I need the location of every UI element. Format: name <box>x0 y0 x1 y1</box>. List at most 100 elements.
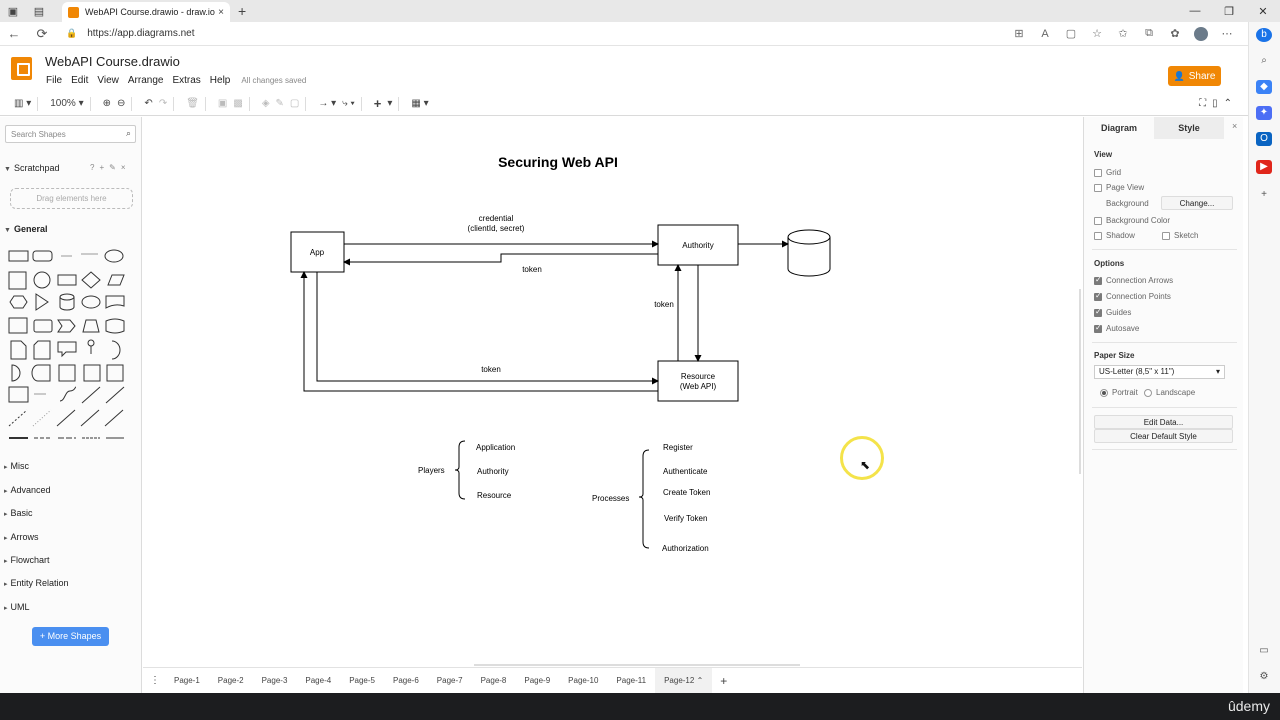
bing-icon[interactable]: b <box>1256 28 1272 42</box>
collapse-icon[interactable]: ⌃ <box>1224 98 1232 109</box>
zoom-out-icon[interactable]: ⊖ <box>117 98 125 109</box>
scratchpad-dropzone[interactable]: Drag elements here <box>10 188 133 209</box>
menu-edit[interactable]: Edit <box>71 75 88 86</box>
zoom-in-icon[interactable]: ⊕ <box>103 98 111 109</box>
circle-shape[interactable] <box>33 271 51 289</box>
shadow-checkbox[interactable]: Shadow <box>1094 231 1135 240</box>
container-shape[interactable] <box>83 364 101 382</box>
page-tab-2[interactable]: Page-2 <box>209 668 253 694</box>
read-aloud-icon[interactable]: A <box>1032 28 1058 40</box>
bidirectional-arrow-shape[interactable] <box>81 386 101 404</box>
scratchpad-header[interactable]: ▼ Scratchpad <box>4 163 59 173</box>
process-authenticate[interactable]: Authenticate <box>663 467 708 476</box>
page-menu-chevron-icon[interactable]: ⌃ <box>697 676 704 685</box>
delete-icon[interactable]: 🗑 <box>186 98 199 109</box>
note-shape[interactable] <box>10 340 27 360</box>
connection-points-checkbox[interactable]: Connection Points <box>1094 291 1171 301</box>
format-panel-toggle-icon[interactable]: ▥ ▾ <box>14 98 31 109</box>
dotted-line-shape[interactable] <box>32 409 52 427</box>
sidebar-section-misc[interactable]: ▸ Misc <box>4 461 29 471</box>
paper-size-select[interactable]: US-Letter (8,5" x 11") ▾ <box>1094 365 1225 379</box>
share-button[interactable]: 👤 Share <box>1168 66 1221 86</box>
insert-icon[interactable]: + <box>374 96 382 111</box>
tab-actions-icon[interactable]: ▤ <box>26 0 52 22</box>
page-tab-4[interactable]: Page-4 <box>296 668 340 694</box>
internal-storage-shape[interactable] <box>8 317 28 334</box>
url-field[interactable]: 🔒 https://app.diagrams.net <box>66 28 195 39</box>
browser-tab[interactable]: WebAPI Course.drawio - draw.io × <box>62 2 230 22</box>
zoom-select[interactable]: 100% ▾ <box>50 98 83 109</box>
landscape-radio[interactable]: Landscape <box>1144 388 1195 397</box>
clear-default-style-button[interactable]: Clear Default Style <box>1094 429 1233 443</box>
or-shape[interactable] <box>111 340 121 360</box>
portrait-radio[interactable]: Portrait <box>1100 388 1138 397</box>
page-tab-5[interactable]: Page-5 <box>340 668 384 694</box>
processes-label[interactable]: Processes <box>592 494 629 503</box>
players-label[interactable]: Players <box>418 466 445 475</box>
sidebar-section-arrows[interactable]: ▸ Arrows <box>4 532 39 542</box>
page-tab-9[interactable]: Page-9 <box>515 668 559 694</box>
token-return-arrow[interactable] <box>343 253 658 266</box>
process-register[interactable]: Register <box>663 443 693 452</box>
reader-icon[interactable]: ▢ <box>1058 27 1084 40</box>
cylinder-shape[interactable] <box>59 293 75 311</box>
add-page-button[interactable]: + <box>720 674 727 688</box>
player-authority[interactable]: Authority <box>477 467 509 476</box>
maximize-button[interactable]: ❐ <box>1212 5 1246 18</box>
cloud-shape[interactable] <box>81 295 101 309</box>
search-icon[interactable]: ⌕ <box>126 128 131 139</box>
redo-icon[interactable]: ↷ <box>159 98 167 109</box>
connection-style-icon[interactable]: → ▾ <box>318 98 336 109</box>
arrow-shape[interactable] <box>105 386 125 404</box>
page-shape[interactable] <box>106 364 124 382</box>
change-background-button[interactable]: Change... <box>1161 196 1233 210</box>
tools-icon[interactable]: ✦ <box>1256 106 1272 120</box>
sidebar-section-basic[interactable]: ▸ Basic <box>4 508 33 518</box>
general-header[interactable]: ▼ General <box>4 224 47 234</box>
parallelogram-shape[interactable] <box>107 274 125 286</box>
shopping-tag-icon[interactable]: ◆ <box>1256 80 1272 94</box>
dashed-line-shape[interactable] <box>8 409 28 427</box>
edit-data-button[interactable]: Edit Data... <box>1094 415 1233 429</box>
sidebar-section-uml[interactable]: ▸ UML <box>4 602 30 612</box>
menu-view[interactable]: View <box>97 75 119 86</box>
data-storage-shape[interactable] <box>11 364 21 382</box>
close-window-button[interactable]: ✕ <box>1246 5 1280 18</box>
list-shape[interactable] <box>8 386 29 403</box>
line-shape[interactable] <box>56 409 76 427</box>
player-application[interactable]: Application <box>476 443 515 452</box>
sidebar-section-entity-relation[interactable]: ▸ Entity Relation <box>4 578 69 588</box>
new-tab-button[interactable]: + <box>238 3 246 19</box>
search-shapes-input[interactable]: Search Shapes ⌕ <box>5 125 136 143</box>
minimize-button[interactable]: — <box>1178 5 1212 18</box>
process-shape[interactable] <box>57 274 77 286</box>
tape-shape[interactable] <box>105 318 125 334</box>
sidebar-panel-icon[interactable]: ▭ <box>1256 644 1272 658</box>
step-shape[interactable] <box>57 319 76 333</box>
back-icon[interactable]: ← <box>0 26 28 41</box>
process-create-token[interactable]: Create Token <box>663 488 710 497</box>
connection-arrows-checkbox[interactable]: Connection Arrows <box>1094 275 1173 285</box>
line-color-icon[interactable]: ✎ <box>276 98 284 109</box>
cube-shape[interactable] <box>33 319 53 333</box>
callout-shape[interactable] <box>57 341 77 358</box>
document-title[interactable]: WebAPI Course.drawio <box>45 54 180 69</box>
guides-checkbox[interactable]: Guides <box>1094 307 1131 317</box>
sidebar-section-flowchart[interactable]: ▸ Flowchart <box>4 555 50 565</box>
page-tab-3[interactable]: Page-3 <box>253 668 297 694</box>
favorites-icon[interactable]: ✩ <box>1110 27 1136 40</box>
refresh-icon[interactable]: ⟳ <box>28 26 56 42</box>
player-resource[interactable]: Resource <box>477 491 512 500</box>
shadow-icon[interactable]: ▢ <box>290 98 299 109</box>
actor-shape[interactable] <box>87 339 95 347</box>
tab-style[interactable]: Style <box>1154 117 1224 139</box>
undo-icon[interactable]: ↶ <box>144 98 152 109</box>
sidebar-settings-icon[interactable]: ⚙ <box>1256 670 1272 684</box>
to-front-icon[interactable]: ▣ <box>218 98 227 109</box>
menu-help[interactable]: Help <box>210 75 231 86</box>
triangle-shape[interactable] <box>35 293 49 311</box>
add-sidebar-app-icon[interactable]: + <box>1256 188 1272 202</box>
collections-icon[interactable]: ⧉ <box>1136 27 1162 40</box>
delay-shape[interactable] <box>31 364 51 382</box>
process-verify-token[interactable]: Verify Token <box>664 514 707 523</box>
